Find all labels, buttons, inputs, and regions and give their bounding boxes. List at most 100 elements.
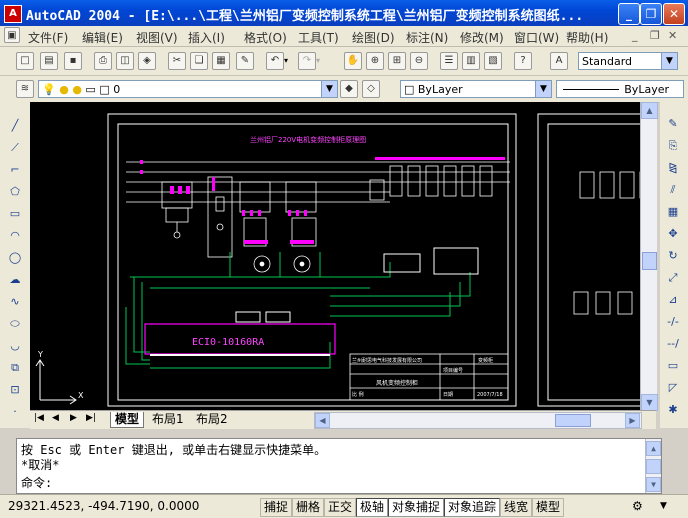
ellipse-arc-icon[interactable]: ◡ [6, 338, 24, 354]
layer-manager-icon[interactable]: ≋ [16, 80, 34, 98]
save-icon[interactable]: ▪ [64, 52, 82, 70]
menu-dimension[interactable]: 标注(N) [406, 29, 448, 46]
construction-line-icon[interactable]: ⟋ [6, 140, 24, 156]
match-properties-icon[interactable]: ✎ [236, 52, 254, 70]
tab-model[interactable]: 模型 [110, 412, 145, 428]
ellipse-icon[interactable]: ⬭ [6, 316, 24, 332]
scroll-down-icon[interactable]: ▼ [641, 394, 658, 411]
doc-close-icon[interactable]: ✕ [668, 29, 677, 42]
menu-file[interactable]: 文件(F) [28, 29, 68, 46]
command-scroll-down-icon[interactable]: ▼ [646, 477, 661, 492]
restore-button[interactable]: ❐ [640, 3, 662, 25]
menu-tools[interactable]: 工具(T) [298, 29, 339, 46]
snap-toggle[interactable]: 捕捉 [260, 498, 293, 517]
minimize-button[interactable]: _ [618, 3, 640, 25]
ortho-toggle[interactable]: 正交 [324, 498, 357, 517]
drawing-canvas[interactable]: 兰州铝厂220V电机变频控制柜原理图 ECI0-10160RA 兰州耐思电气科技… [30, 102, 656, 410]
canvas-horizontal-scrollbar[interactable]: ◀ ▶ [314, 412, 642, 429]
point-icon[interactable]: · [6, 404, 24, 420]
menu-window[interactable]: 窗口(W) [514, 29, 559, 46]
design-center-icon[interactable]: ▥ [462, 52, 480, 70]
undo-icon[interactable]: ↶ [266, 52, 284, 70]
new-file-icon[interactable]: □ [16, 52, 34, 70]
cut-icon[interactable]: ✂ [168, 52, 186, 70]
doc-minimize-icon[interactable]: _ [632, 29, 638, 42]
layer-previous-icon[interactable]: ◇ [362, 80, 380, 98]
offset-icon[interactable]: ⫽ [664, 182, 682, 198]
menu-modify[interactable]: 修改(M) [460, 29, 504, 46]
menu-edit[interactable]: 编辑(E) [82, 29, 123, 46]
coordinates-readout[interactable]: 29321.4523, -494.7190, 0.0000 [8, 499, 199, 513]
scale-icon[interactable]: ⤢ [664, 270, 682, 286]
move-icon[interactable]: ✥ [664, 226, 682, 242]
chamfer-icon[interactable]: ◸ [664, 380, 682, 396]
status-menu-chevron-icon[interactable]: ▼ [660, 501, 667, 511]
scroll-right-icon[interactable]: ▶ [625, 413, 640, 428]
vertical-scroll-thumb[interactable] [642, 252, 657, 270]
color-select[interactable]: □ ByLayer ▼ [400, 80, 552, 98]
menu-draw[interactable]: 绘图(D) [352, 29, 395, 46]
redo-dropdown-icon[interactable]: ▾ [316, 56, 320, 65]
line-icon[interactable]: ╱ [6, 118, 24, 134]
paste-icon[interactable]: ▦ [212, 52, 230, 70]
break-icon[interactable]: ▭ [664, 358, 682, 374]
prev-tab-icon[interactable]: ◀ [52, 413, 59, 423]
mirror-icon[interactable]: ⧎ [664, 160, 682, 176]
zoom-window-icon[interactable]: ⊞ [388, 52, 406, 70]
lineweight-toggle[interactable]: 线宽 [500, 498, 533, 517]
command-prompt[interactable]: 命令: [21, 474, 52, 491]
insert-block-icon[interactable]: ⧉ [6, 360, 24, 376]
spline-icon[interactable]: ∿ [6, 294, 24, 310]
text-style-icon[interactable]: A [550, 52, 568, 70]
horizontal-scroll-thumb[interactable] [555, 414, 591, 427]
rotate-icon[interactable]: ↻ [664, 248, 682, 264]
menu-format[interactable]: 格式(O) [244, 29, 287, 46]
next-tab-icon[interactable]: ▶ [70, 413, 77, 423]
tool-palettes-icon[interactable]: ▧ [484, 52, 502, 70]
autocad-app-icon[interactable]: A [4, 5, 22, 23]
first-tab-icon[interactable]: |◀ [34, 413, 44, 423]
document-icon[interactable]: ▣ [4, 27, 20, 43]
trim-icon[interactable]: -/- [664, 314, 682, 330]
polyline-icon[interactable]: ⌐ [6, 162, 24, 178]
explode-icon[interactable]: ✱ [664, 402, 682, 418]
print-preview-icon[interactable]: ◫ [116, 52, 134, 70]
command-scroll-thumb[interactable] [646, 459, 661, 474]
scroll-up-icon[interactable]: ▲ [641, 102, 658, 119]
arc-icon[interactable]: ◠ [6, 228, 24, 244]
zoom-realtime-icon[interactable]: ⊕ [366, 52, 384, 70]
scroll-left-icon[interactable]: ◀ [315, 413, 330, 428]
pan-icon[interactable]: ✋ [344, 52, 362, 70]
chevron-down-icon[interactable]: ▼ [535, 81, 551, 97]
undo-dropdown-icon[interactable]: ▾ [284, 56, 288, 65]
grid-toggle[interactable]: 栅格 [292, 498, 325, 517]
close-button[interactable]: ✕ [663, 3, 685, 25]
menu-help[interactable]: 帮助(H) [566, 29, 608, 46]
doc-restore-icon[interactable]: ❐ [650, 29, 660, 42]
zoom-previous-icon[interactable]: ⊖ [410, 52, 428, 70]
linetype-select[interactable]: ByLayer [556, 80, 684, 98]
menu-view[interactable]: 视图(V) [136, 29, 178, 46]
communication-center-icon[interactable]: ⚙ [632, 499, 643, 513]
command-scroll-up-icon[interactable]: ▲ [646, 441, 661, 456]
command-scrollbar[interactable]: ▲ ▼ [645, 439, 661, 493]
polar-toggle[interactable]: 极轴 [356, 498, 389, 517]
object-tracking-toggle[interactable]: 对象追踪 [444, 498, 501, 517]
copy-object-icon[interactable]: ⎘ [664, 138, 682, 154]
extend-icon[interactable]: --/ [664, 336, 682, 352]
circle-icon[interactable]: ◯ [6, 250, 24, 266]
publish-icon[interactable]: ◈ [138, 52, 156, 70]
menu-insert[interactable]: 插入(I) [188, 29, 225, 46]
properties-icon[interactable]: ☰ [440, 52, 458, 70]
redo-icon[interactable]: ↷ [298, 52, 316, 70]
polygon-icon[interactable]: ⬠ [6, 184, 24, 200]
revision-cloud-icon[interactable]: ☁ [6, 272, 24, 288]
chevron-down-icon[interactable]: ▼ [661, 53, 677, 69]
layer-select[interactable]: 💡 ● ● ▭ □ 0 ▼ [38, 80, 338, 98]
command-window[interactable]: 按 Esc 或 Enter 键退出, 或单击右键显示快捷菜单。 *取消* 命令:… [16, 438, 662, 494]
model-toggle[interactable]: 模型 [532, 498, 565, 517]
rectangle-icon[interactable]: ▭ [6, 206, 24, 222]
object-snap-toggle[interactable]: 对象捕捉 [388, 498, 445, 517]
text-style-select[interactable]: Standard ▼ [578, 52, 678, 70]
erase-icon[interactable]: ✎ [664, 116, 682, 132]
